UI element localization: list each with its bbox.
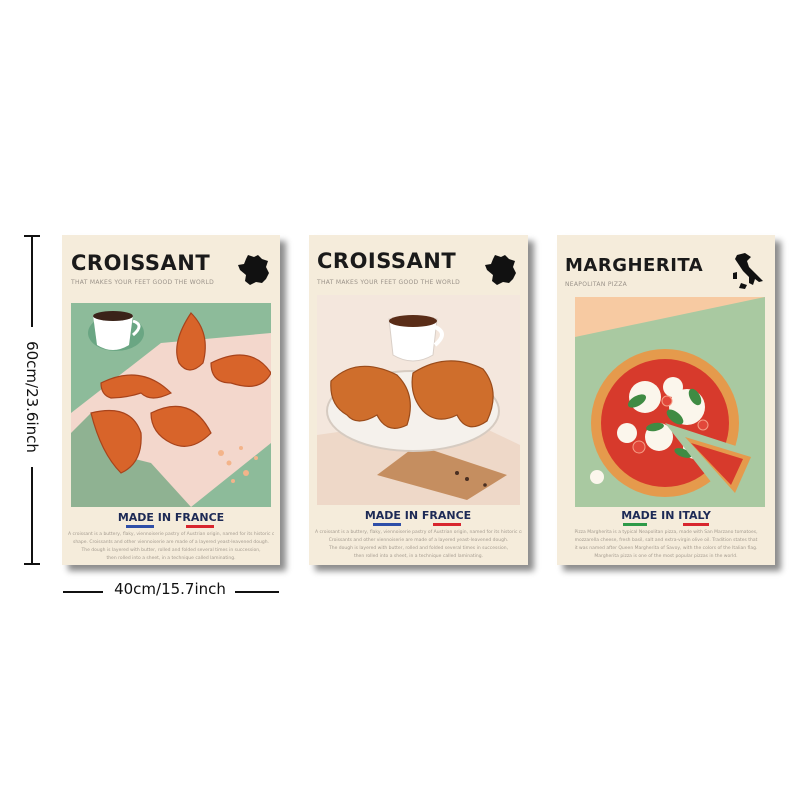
height-dimension-cap-top [24, 235, 40, 237]
poster-margherita: MARGHERITA NEAPOLITAN PIZZA MADE IN ITAL… [557, 235, 775, 565]
width-dimension-line-right [235, 591, 279, 593]
flag-bar-green [623, 523, 647, 526]
poster-subtitle: THAT MAKES YOUR FEET GOOD THE WORLD [317, 279, 461, 286]
poster-subtitle: NEAPOLITAN PIZZA [565, 281, 628, 288]
fine-print: A croissant is a buttery, flaky, viennoi… [68, 531, 274, 563]
flag-bar-blue [373, 523, 401, 526]
france-map-icon [485, 255, 516, 285]
pizza-illustration [575, 297, 765, 507]
france-map-icon [238, 255, 269, 285]
fine-print: Pizza Margherita is a typical Neapolitan… [563, 529, 769, 561]
poster-title: CROISSANT [71, 251, 211, 275]
made-in-label: MADE IN FRANCE [117, 511, 225, 524]
fine-print-line: Croissants and other viennoiserie are ma… [328, 538, 509, 543]
fine-print: A croissant is a buttery, flaky, viennoi… [315, 529, 522, 561]
flag-bar-red [186, 525, 214, 528]
poster-title: MARGHERITA [565, 255, 704, 276]
made-in-label: MADE IN ITALY [621, 509, 711, 522]
width-dimension-line-left [63, 591, 103, 593]
fine-print-line: The dough is layered with butter, rolled… [81, 548, 261, 553]
fine-print-line: The dough is layered with butter, rolled… [328, 546, 509, 551]
italy-map-icon [733, 253, 763, 289]
fine-print-line: then rolled into a sheet, in a technique… [106, 556, 236, 561]
poster-title: CROISSANT [317, 249, 457, 273]
fine-print-line: Margherita pizza is one of the most popu… [594, 554, 738, 559]
made-in-label: MADE IN FRANCE [364, 509, 472, 522]
fine-print-line: mozzarella cheese, fresh basil, salt and… [574, 538, 758, 543]
fine-print-line: A croissant is a buttery, flaky, viennoi… [68, 532, 274, 537]
flag-bar-blue [126, 525, 154, 528]
fine-print-line: shape. Croissants and other viennoiserie… [72, 540, 270, 545]
flag-bar-red [433, 523, 461, 526]
fine-print-line: A croissant is a buttery, flaky, viennoi… [315, 530, 522, 535]
height-dimension-cap-bottom [24, 563, 40, 565]
width-dimension-label: 40cm/15.7inch [114, 580, 226, 598]
croissant-watercolor-illustration [317, 295, 520, 505]
fine-print-line: Pizza Margherita is a typical Neapolitan… [574, 530, 758, 535]
croissant-illustration [71, 303, 271, 507]
poster-subtitle: THAT MAKES YOUR FEET GOOD THE WORLD [71, 279, 215, 286]
flag-bar-red [683, 523, 709, 526]
poster-croissant-illustrated: CROISSANT THAT MAKES YOUR FEET GOOD THE … [62, 235, 280, 565]
fine-print-line: then rolled into a sheet, in a technique… [353, 554, 484, 559]
fine-print-line: it was named after Queen Margherita of S… [574, 546, 758, 551]
poster-croissant-watercolor: CROISSANT THAT MAKES YOUR FEET GOOD THE … [309, 235, 528, 565]
height-dimension-label: 60cm/23.6inch [20, 327, 44, 467]
